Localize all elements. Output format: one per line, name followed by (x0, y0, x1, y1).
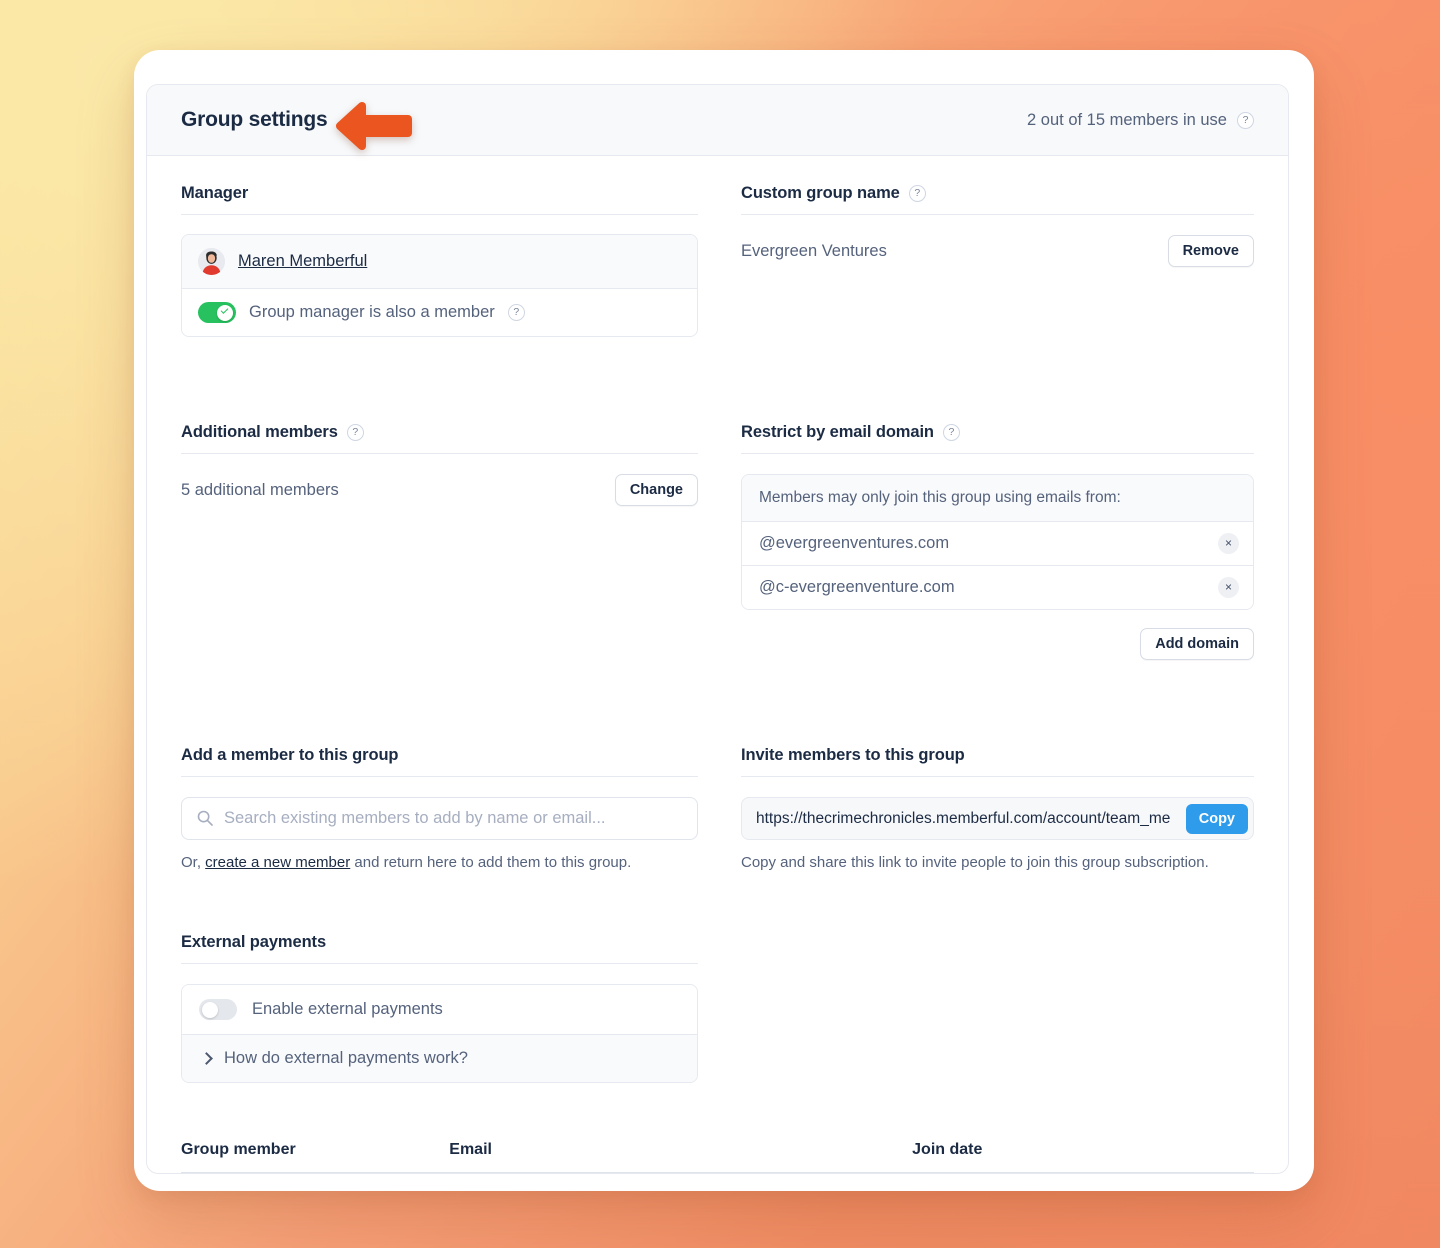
members-table-wrapper: Group member Email Join date (147, 1141, 1288, 1174)
close-icon[interactable]: × (1218, 533, 1239, 554)
custom-group-name-heading: Custom group name (741, 184, 900, 202)
external-payments-box: Enable external payments How do external… (181, 984, 698, 1083)
add-member-helper: Or, create a new member and return here … (181, 854, 698, 871)
invite-link-url: https://thecrimechronicles.memberful.com… (756, 809, 1171, 827)
help-icon-manager-member[interactable]: ? (507, 304, 525, 321)
members-table: Group member Email Join date (181, 1141, 1254, 1174)
left-arrow-annotation (336, 102, 412, 150)
manager-section-header: Manager (181, 184, 698, 215)
help-icon-restrict-domain[interactable]: ? (942, 424, 960, 441)
cell-join-date: Mar 13, 2024 (912, 1173, 1196, 1174)
invite-members-section: Invite members to this group https://the… (741, 746, 1254, 871)
avatar (198, 248, 225, 275)
members-in-use-label: 2 out of 15 members in use (1027, 110, 1227, 129)
add-member-heading: Add a member to this group (181, 746, 399, 764)
column-header-email: Email (449, 1141, 913, 1173)
manager-is-member-toggle[interactable] (198, 302, 236, 323)
enable-external-payments-label: Enable external payments (252, 1000, 443, 1018)
custom-group-name-value: Evergreen Ventures (741, 241, 887, 260)
domain-list-intro: Members may only join this group using e… (742, 475, 1253, 522)
chevron-right-icon (200, 1052, 213, 1065)
helper-prefix: Or, (181, 854, 206, 871)
restrict-domain-section: Restrict by email domain ? Members may o… (741, 423, 1254, 660)
invite-link-caption: Copy and share this link to invite peopl… (741, 854, 1209, 871)
group-settings-card: Group settings 2 out of 15 members in us… (146, 84, 1289, 1174)
help-icon-custom-group-name[interactable]: ? (908, 185, 926, 202)
add-domain-button[interactable]: Add domain (1140, 628, 1254, 660)
custom-group-name-row: Evergreen Ventures Remove (741, 235, 1254, 267)
additional-members-count: 5 additional members (181, 480, 339, 499)
copy-invite-link-button[interactable]: Copy (1185, 803, 1248, 834)
create-new-member-link[interactable]: create a new member (205, 854, 350, 871)
additional-members-header: Additional members ? (181, 423, 698, 454)
column-header-group-member: Group member (181, 1141, 450, 1173)
domain-value: @evergreenventures.com (759, 534, 950, 552)
manager-is-member-label: Group manager is also a member (249, 303, 495, 321)
add-member-section: Add a member to this group Or, create a … (181, 746, 698, 871)
additional-members-heading: Additional members (181, 423, 338, 441)
table-row: Marco marco@evergreenventures.com Mar 13… (181, 1173, 1254, 1174)
external-payments-section: External payments Enable external paymen… (181, 933, 698, 1083)
search-wrapper (181, 797, 698, 840)
manager-box: Maren Memberful Group manager is also a … (181, 234, 698, 337)
additional-members-row: 5 additional members Change (181, 474, 698, 506)
external-payments-disclosure[interactable]: How do external payments work? (182, 1034, 697, 1082)
table-header-row: Group member Email Join date (181, 1141, 1254, 1173)
card-body: Manager Maren Memberful Group manager is… (147, 156, 1288, 1083)
settings-grid: Manager Maren Memberful Group manager is… (181, 184, 1254, 1083)
add-member-header: Add a member to this group (181, 746, 698, 777)
restrict-domain-header: Restrict by email domain ? (741, 423, 1254, 454)
domain-list-box: Members may only join this group using e… (741, 474, 1254, 610)
invite-link-field[interactable]: https://thecrimechronicles.memberful.com… (741, 797, 1254, 840)
additional-members-section: Additional members ? 5 additional member… (181, 423, 698, 660)
domain-row: @c-evergreenventure.com × (742, 565, 1253, 609)
invite-members-header: Invite members to this group (741, 746, 1254, 777)
custom-group-name-section: Custom group name ? Evergreen Ventures R… (741, 184, 1254, 337)
help-icon-additional-members[interactable]: ? (346, 424, 364, 441)
domain-row: @evergreenventures.com × (742, 522, 1253, 565)
card-header: Group settings 2 out of 15 members in us… (147, 85, 1288, 156)
external-payments-heading: External payments (181, 933, 327, 951)
restrict-domain-heading: Restrict by email domain (741, 423, 934, 441)
domain-value: @c-evergreenventure.com (759, 578, 955, 596)
manager-name-link[interactable]: Maren Memberful (238, 252, 367, 271)
page-title: Group settings (181, 108, 328, 131)
custom-group-name-header: Custom group name ? (741, 184, 1254, 215)
manager-section: Manager Maren Memberful Group manager is… (181, 184, 698, 337)
enable-external-payments-row: Enable external payments (182, 985, 697, 1034)
change-additional-members-button[interactable]: Change (614, 474, 698, 506)
remove-group-name-button[interactable]: Remove (1167, 235, 1254, 267)
external-payments-header: External payments (181, 933, 698, 964)
enable-external-payments-toggle[interactable] (199, 999, 237, 1020)
column-header-actions (1196, 1141, 1254, 1173)
column-header-join-date: Join date (912, 1141, 1197, 1173)
cell-email: marco@evergreenventures.com (449, 1173, 912, 1174)
add-domain-row: Add domain (741, 628, 1254, 660)
search-input[interactable] (181, 797, 698, 840)
manager-row: Maren Memberful (182, 235, 697, 288)
invite-members-heading: Invite members to this group (741, 746, 965, 764)
close-icon[interactable]: × (1218, 577, 1239, 598)
external-payments-disclosure-label: How do external payments work? (224, 1049, 468, 1067)
help-icon-members[interactable]: ? (1237, 111, 1254, 129)
cell-group-member: Marco (181, 1173, 449, 1174)
manager-is-member-row: Group manager is also a member ? (182, 288, 697, 336)
manager-heading: Manager (181, 184, 249, 202)
header-meta: 2 out of 15 members in use ? (1027, 111, 1254, 130)
helper-suffix: and return here to add them to this grou… (350, 854, 632, 871)
